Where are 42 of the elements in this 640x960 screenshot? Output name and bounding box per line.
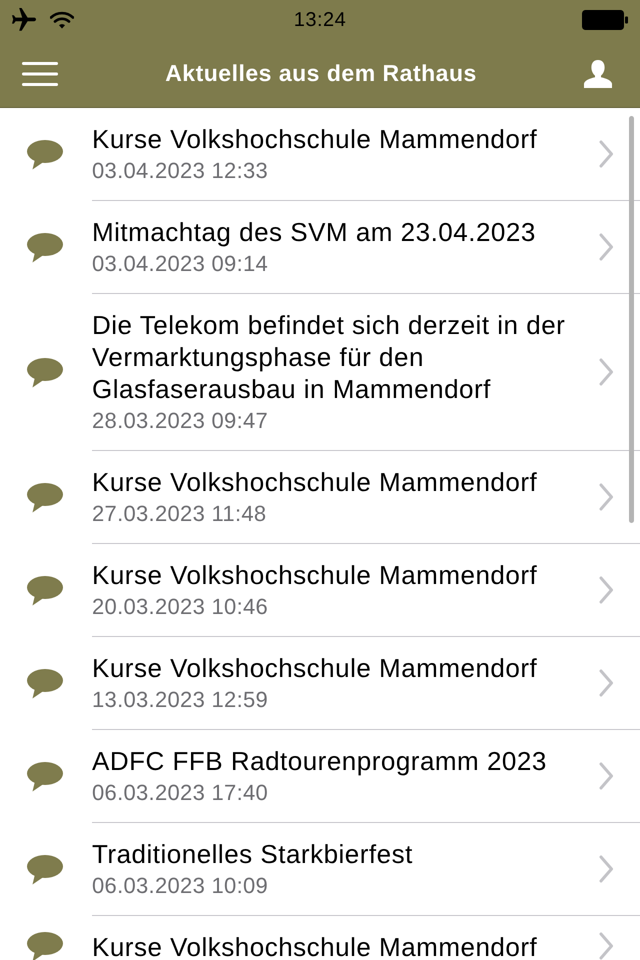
news-title[interactable]: Mitmachtag des SVM am 23.04.2023 — [92, 216, 591, 248]
page-title: Aktuelles aus dem Rathaus — [165, 60, 477, 87]
news-date: 06.03.2023 10:09 — [92, 872, 270, 900]
speech-bubble-icon — [27, 232, 63, 262]
chevron-right-icon — [599, 932, 614, 960]
chevron-right-icon — [599, 855, 614, 883]
status-time: 13:24 — [294, 8, 346, 32]
news-date: 03.04.2023 09:14 — [92, 250, 270, 278]
news-date: 03.04.2023 12:33 — [92, 157, 270, 185]
news-title[interactable]: Kurse Volkshochschule Mammendorf — [92, 652, 591, 684]
news-title[interactable]: ADFC FFB Radtourenprogramm 2023 — [92, 745, 591, 777]
news-title[interactable]: Traditionelles Starkbierfest — [92, 838, 591, 870]
news-date: 13.03.2023 12:59 — [92, 686, 270, 714]
news-date: 28.03.2023 09:47 — [92, 407, 270, 435]
menu-icon — [22, 62, 58, 86]
news-title[interactable]: Kurse Volkshochschule Mammendorf — [92, 559, 591, 591]
chevron-right-icon — [599, 140, 614, 168]
news-date: 06.03.2023 17:40 — [92, 779, 270, 807]
chevron-right-icon — [599, 762, 614, 790]
speech-bubble-icon — [27, 140, 63, 170]
news-title[interactable]: Kurse Volkshochschule Mammendorf — [92, 931, 591, 960]
news-title[interactable]: Die Telekom befindet sich derzeit in der Vermarktungsphase für den Glasfaserausbau in Mammendorf — [92, 309, 591, 405]
news-date: 20.03.2023 10:46 — [92, 593, 270, 621]
chevron-right-icon — [599, 669, 614, 697]
speech-bubble-icon — [27, 576, 63, 606]
news-date: 27.03.2023 11:48 — [92, 500, 268, 528]
speech-bubble-icon — [27, 854, 63, 884]
battery-icon — [582, 10, 628, 30]
person-icon — [584, 60, 612, 88]
news-title[interactable]: Kurse Volkshochschule Mammendorf — [92, 466, 591, 498]
speech-bubble-icon — [27, 482, 63, 512]
speech-bubble-icon — [27, 358, 63, 388]
speech-bubble-icon — [27, 668, 63, 698]
chevron-right-icon — [599, 483, 614, 511]
chevron-right-icon — [599, 576, 614, 604]
airplane-icon — [12, 8, 36, 32]
speech-bubble-icon — [27, 762, 63, 792]
chevron-right-icon — [599, 233, 614, 261]
news-title[interactable]: Kurse Volkshochschule Mammendorf — [92, 123, 591, 155]
wifi-icon — [50, 11, 74, 29]
chevron-right-icon — [599, 358, 614, 386]
speech-bubble-icon — [27, 932, 63, 960]
